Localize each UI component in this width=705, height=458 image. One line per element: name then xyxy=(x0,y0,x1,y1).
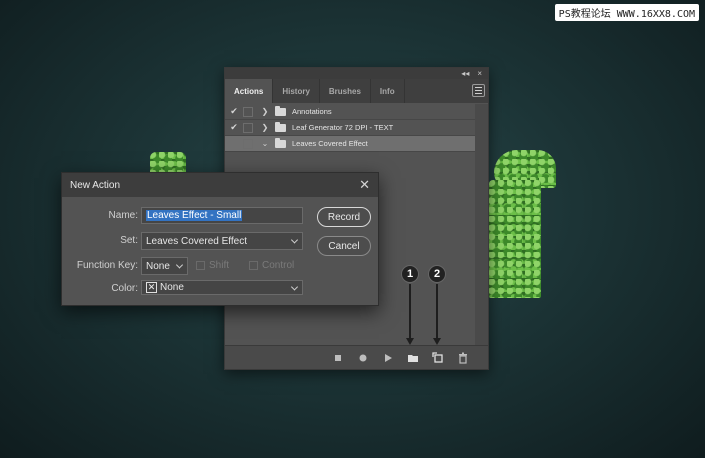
dialog-toggle-box[interactable] xyxy=(243,138,253,149)
tab-info[interactable]: Info xyxy=(371,79,405,103)
panel-menu-icon[interactable] xyxy=(472,84,485,97)
callout-arrow-2 xyxy=(436,284,438,340)
panel-tabs: Actions History Brushes Info xyxy=(225,79,488,103)
tab-brushes[interactable]: Brushes xyxy=(320,79,371,103)
callout-badge-2: 2 xyxy=(428,265,446,283)
folder-open-icon xyxy=(275,137,286,148)
panel-close-icon[interactable]: × xyxy=(477,69,482,78)
watermark-label: PS教程论坛 WWW.16XX8.COM xyxy=(554,4,699,21)
chevron-down-icon xyxy=(290,236,299,244)
panel-topbar: ◂◂ × xyxy=(225,68,488,79)
callout-arrow-1 xyxy=(409,284,411,340)
dialog-toggle-box[interactable] xyxy=(243,122,253,133)
record-button[interactable]: Record xyxy=(317,207,371,227)
collapse-icon[interactable]: ◂◂ xyxy=(461,69,469,78)
action-set-label: Leaves Covered Effect xyxy=(292,139,368,148)
name-input-value: Leaves Effect - Small xyxy=(146,210,243,221)
callout-arrowhead-1 xyxy=(406,338,414,345)
color-dropdown-value: None xyxy=(160,282,184,293)
dialog-titlebar: New Action ✕ xyxy=(62,173,378,197)
no-color-swatch-icon: ✕ xyxy=(146,282,157,293)
name-label: Name: xyxy=(108,210,138,221)
record-icon[interactable] xyxy=(357,352,369,364)
panel-bottom-toolbar xyxy=(225,345,488,369)
tab-actions[interactable]: Actions xyxy=(225,79,274,103)
leaf-letter-left xyxy=(150,152,186,174)
chevron-down-icon xyxy=(175,261,184,269)
shift-label: Shift xyxy=(209,260,230,271)
shift-checkbox[interactable] xyxy=(196,261,205,270)
toggle-check-icon[interactable]: ✔ xyxy=(225,122,243,133)
chevron-right-icon[interactable]: ❯ xyxy=(259,123,271,132)
new-action-icon[interactable] xyxy=(432,351,444,364)
control-label: Control xyxy=(262,260,295,271)
set-label: Set: xyxy=(120,235,138,246)
stop-icon[interactable] xyxy=(332,352,344,364)
folder-icon xyxy=(275,121,286,132)
color-label: Color: xyxy=(111,283,138,294)
function-key-value: None xyxy=(146,260,170,272)
action-set-row[interactable]: ✔ ❯ Annotations xyxy=(225,104,475,120)
action-set-row-selected[interactable]: ⌄ Leaves Covered Effect xyxy=(225,136,475,152)
play-icon[interactable] xyxy=(382,352,394,364)
action-set-row[interactable]: ✔ ❯ Leaf Generator 72 DPI - TEXT xyxy=(225,120,475,136)
action-set-label: Annotations xyxy=(292,107,332,116)
function-key-dropdown[interactable]: None xyxy=(141,257,188,275)
panel-scrollbar[interactable] xyxy=(475,104,488,345)
control-checkbox[interactable] xyxy=(249,261,258,270)
folder-icon xyxy=(275,105,286,116)
callout-badge-1: 1 xyxy=(401,265,419,283)
dialog-toggle-box[interactable] xyxy=(243,106,253,117)
action-set-label: Leaf Generator 72 DPI - TEXT xyxy=(292,123,394,132)
dialog-title: New Action xyxy=(70,179,121,191)
leaf-letter-f-stem xyxy=(489,180,541,298)
chevron-right-icon[interactable]: ❯ xyxy=(259,107,271,116)
close-icon[interactable]: ✕ xyxy=(359,178,370,191)
color-dropdown[interactable]: ✕ None xyxy=(141,280,303,295)
toggle-check-icon[interactable]: ✔ xyxy=(225,106,243,117)
action-list: ✔ ❯ Annotations ✔ ❯ Leaf Generator 72 DP… xyxy=(225,104,475,152)
chevron-down-icon[interactable]: ⌄ xyxy=(259,139,271,148)
name-input[interactable]: Leaves Effect - Small xyxy=(141,207,303,224)
new-action-dialog: New Action ✕ Name: Leaves Effect - Small… xyxy=(61,172,379,306)
set-dropdown-value: Leaves Covered Effect xyxy=(146,235,247,247)
delete-trash-icon[interactable] xyxy=(457,352,469,364)
set-dropdown[interactable]: Leaves Covered Effect xyxy=(141,232,303,250)
new-set-folder-icon[interactable] xyxy=(407,352,419,364)
chevron-down-icon xyxy=(290,282,299,291)
cancel-button[interactable]: Cancel xyxy=(317,236,371,256)
function-key-label: Function Key: xyxy=(76,260,138,271)
tab-history[interactable]: History xyxy=(273,79,320,103)
callout-arrowhead-2 xyxy=(433,338,441,345)
